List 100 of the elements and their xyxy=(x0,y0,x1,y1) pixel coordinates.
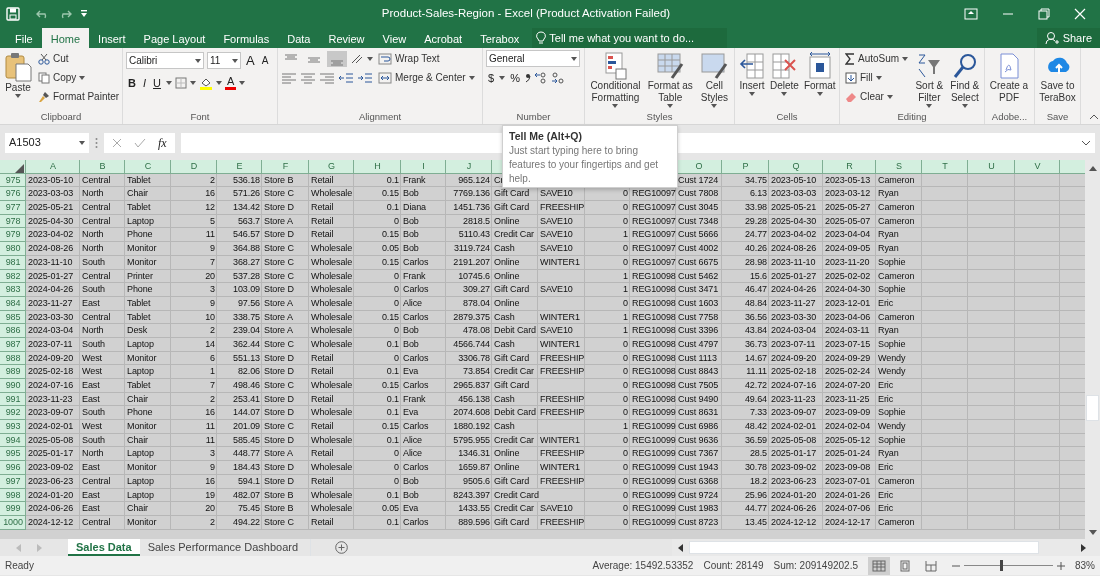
table-cell: 6.13 xyxy=(722,187,769,202)
table-cell: 0 xyxy=(354,447,401,462)
table-cell: SAVE10 xyxy=(538,502,585,516)
table-cell: Tablet xyxy=(125,379,171,393)
table-cell: Wendy xyxy=(876,365,922,379)
group-label: Clipboard xyxy=(39,110,83,124)
table-cell: Carlos xyxy=(401,461,446,475)
table-cell: Store D xyxy=(262,406,309,421)
table-cell: SAVE10 xyxy=(538,324,585,338)
table-cell: SAVE10 xyxy=(538,283,585,297)
table-cell: Laptop xyxy=(125,447,171,462)
table-cell: 7.33 xyxy=(722,406,769,421)
table-cell: Phone xyxy=(125,406,171,421)
table-cell: Credit Car xyxy=(492,502,538,516)
table-cell: 2024-09-05 xyxy=(823,242,876,256)
table-cell: 48.42 xyxy=(722,420,769,434)
table-cell: REG10098 xyxy=(630,324,676,338)
table-cell: 134.42 xyxy=(217,201,262,215)
table-cell: 5110.43 xyxy=(446,228,492,243)
table-cell: Store D xyxy=(262,461,309,475)
table-cell: Sophie xyxy=(876,406,922,421)
table-cell: 1 xyxy=(585,228,630,243)
table-cell: 1346.31 xyxy=(446,447,492,462)
table-cell: 43.84 xyxy=(722,324,769,338)
table-cell: East xyxy=(80,461,125,475)
table-cell: Cust 7505 xyxy=(676,379,722,393)
table-cell: 0 xyxy=(354,461,401,475)
table-cell: Laptop xyxy=(125,365,171,379)
table-cell: Store D xyxy=(262,283,309,297)
table-cell: 3 xyxy=(171,447,217,462)
table-cell: 11 xyxy=(171,228,217,243)
table-cell: 2024-04-30 xyxy=(823,283,876,297)
table-cell: Credit Car xyxy=(492,228,538,243)
table-cell: Wholesale xyxy=(309,187,354,202)
table-cell: 2025-01-24 xyxy=(823,447,876,462)
table-cell: West xyxy=(80,365,125,379)
table-cell: 24.77 xyxy=(722,228,769,243)
table-cell: 448.77 xyxy=(217,447,262,462)
table-cell: Wholesale xyxy=(309,461,354,475)
group-label: Alignment xyxy=(357,110,403,124)
table-cell: Eric xyxy=(876,379,922,393)
table-cell: 364.88 xyxy=(217,242,262,256)
table-cell: 2025-05-21 xyxy=(769,201,823,215)
table-cell: 7769.136 xyxy=(446,187,492,202)
table-cell: FREESHIP xyxy=(538,406,585,421)
table-cell: Store D xyxy=(262,201,309,215)
table-cell: 2023-09-07 xyxy=(769,406,823,421)
table-cell: Tablet xyxy=(125,201,171,215)
table-cell: Store C xyxy=(262,420,309,434)
table-cell: 201.09 xyxy=(217,420,262,434)
table-cell: North xyxy=(80,447,125,462)
table-cell: Wendy xyxy=(876,420,922,434)
table-cell: Cash xyxy=(492,420,538,434)
table-cell: 1433.55 xyxy=(446,502,492,516)
table-cell: 498.46 xyxy=(217,379,262,393)
table-cell: 1 xyxy=(585,283,630,297)
table-cell: 2024-04-26 xyxy=(769,283,823,297)
table-cell: 2024-06-26 xyxy=(26,502,80,516)
table-cell: Eric xyxy=(876,461,922,475)
table-cell: Sophie xyxy=(876,283,922,297)
table-cell: 11.11 xyxy=(722,365,769,379)
table-cell: 0 xyxy=(585,406,630,421)
table-cell: 2025-02-18 xyxy=(26,365,80,379)
table-cell: Store A xyxy=(262,447,309,462)
table-cell: 11 xyxy=(171,420,217,434)
table-cell: 82.06 xyxy=(217,365,262,379)
table-cell: Bob xyxy=(401,242,446,256)
table-cell: 0.05 xyxy=(354,242,401,256)
table-cell: REG10097 xyxy=(630,228,676,243)
table-cell: 2965.837 xyxy=(446,379,492,393)
table-cell: Cust 3471 xyxy=(676,283,722,297)
table-cell: REG10099 xyxy=(630,447,676,462)
table-cell: REG10097 xyxy=(630,242,676,256)
table-cell: East xyxy=(80,379,125,393)
table-cell: 239.04 xyxy=(217,324,262,338)
table-cell: 3119.724 xyxy=(446,242,492,256)
table-cell: Eva xyxy=(401,365,446,379)
table-cell: 0.1 xyxy=(354,365,401,379)
table-cell: East xyxy=(80,502,125,516)
table-cell: 44.77 xyxy=(722,502,769,516)
table-cell: REG10098 xyxy=(630,283,676,297)
table-cell: 42.72 xyxy=(722,379,769,393)
table-cell: 0 xyxy=(354,283,401,297)
table-cell: Monitor xyxy=(125,420,171,434)
table-cell: Chair xyxy=(125,187,171,202)
table-cell: REG10099 xyxy=(630,406,676,421)
table-cell: Cust 1983 xyxy=(676,502,722,516)
table-cell: 144.07 xyxy=(217,406,262,421)
table-cell: Wholesale xyxy=(309,283,354,297)
group-label: Adobe... xyxy=(990,110,1029,124)
table-cell: 2023-09-07 xyxy=(26,406,80,421)
table-cell: 478.08 xyxy=(446,324,492,338)
table-cell: 103.09 xyxy=(217,283,262,297)
table-cell: 16 xyxy=(171,187,217,202)
window-title: Product-Sales-Region - Excel (Product Activation Failed) xyxy=(380,6,672,22)
group-label: Editing xyxy=(896,110,928,124)
table-cell: 571.26 xyxy=(217,187,262,202)
table-cell: REG10098 xyxy=(630,379,676,393)
table-cell: 0 xyxy=(585,365,630,379)
table-cell: 2024-04-26 xyxy=(26,283,80,297)
